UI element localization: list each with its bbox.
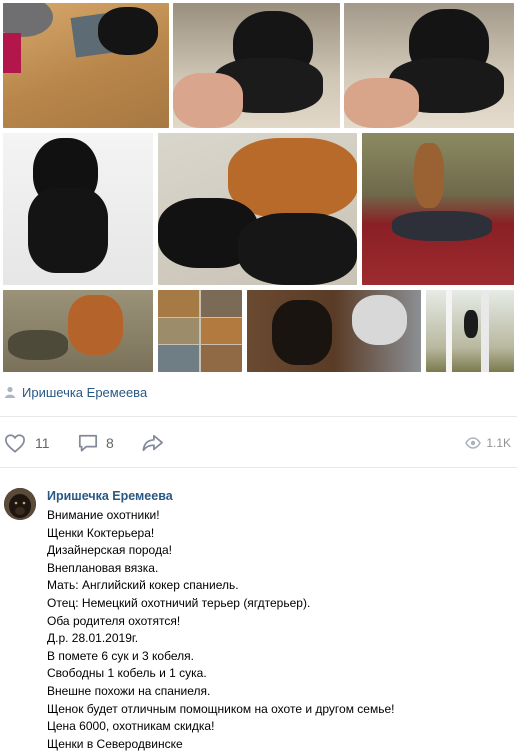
comment-icon [78, 434, 98, 452]
photo-puppy-on-mat[interactable] [3, 3, 169, 128]
comment-line: Дизайнерская порода! [47, 543, 172, 558]
comment-button[interactable]: 8 [77, 433, 114, 453]
photo-terrier-with-bird[interactable] [247, 290, 421, 372]
comment-count: 8 [106, 435, 114, 451]
photo-birch-forest[interactable] [426, 290, 514, 372]
comment-text: Внимание охотники! Щенки Коктерьера! Диз… [47, 507, 507, 753]
avatar[interactable] [4, 488, 36, 520]
eye-icon [465, 437, 482, 449]
views-counter: 1.1K [465, 436, 511, 450]
photo-spaniel-with-ducks[interactable] [3, 290, 153, 372]
photo-author-line[interactable]: Иришечка Еремеева [4, 383, 147, 401]
post-actions: 11 8 1.1K [0, 430, 517, 458]
photo-gallery [0, 0, 517, 375]
user-icon [5, 386, 15, 398]
comment-line: Внимание охотники! [47, 508, 160, 522]
comment-line: Мать: Английский кокер спаниель. [47, 578, 239, 593]
photo-mother-with-puppies[interactable] [158, 133, 357, 285]
photo-puppy-held-1[interactable] [173, 3, 340, 128]
comment-line: Д.р. 28.01.2019г. [47, 631, 139, 646]
photo-puppy-held-2[interactable] [344, 3, 514, 128]
photo-collage[interactable] [158, 290, 242, 372]
photo-spaniel-on-car[interactable] [362, 133, 514, 285]
comment-line: Отец: Немецкий охотничий терьер (ягдтерь… [47, 595, 311, 610]
comment-line: В помете 6 сук и 3 кобеля. [47, 648, 194, 663]
like-count: 11 [35, 435, 50, 451]
comment-line: Щенки Коктерьера! [47, 525, 155, 540]
share-button[interactable] [141, 433, 165, 453]
heart-icon [5, 434, 25, 453]
comment-line: Внеплановая вязка. [47, 560, 159, 575]
photo-author-name[interactable]: Иришечка Еремеева [22, 385, 147, 400]
divider-top [0, 416, 517, 417]
views-count: 1.1K [486, 436, 511, 450]
photo-puppy-sitting[interactable] [3, 133, 153, 285]
divider-bottom [0, 467, 517, 468]
comment-line: Щенки в Северодвинске [47, 736, 183, 751]
comment-line: Щенок будет отличным помощником на охоте… [47, 701, 395, 716]
comment-line: Оба родителя охотятся! [47, 613, 181, 628]
comment-line: Внешне похожи на спаниеля. [47, 683, 211, 698]
share-icon [142, 434, 163, 452]
comment-line: Цена 6000, охотникам скидка! [47, 719, 215, 734]
avatar-dog-image [4, 488, 36, 520]
comment-line: Свободны 1 кобель и 1 сука. [47, 666, 207, 681]
like-button[interactable]: 11 [4, 433, 50, 453]
comment-author[interactable]: Иришечка Еремеева [47, 489, 173, 503]
